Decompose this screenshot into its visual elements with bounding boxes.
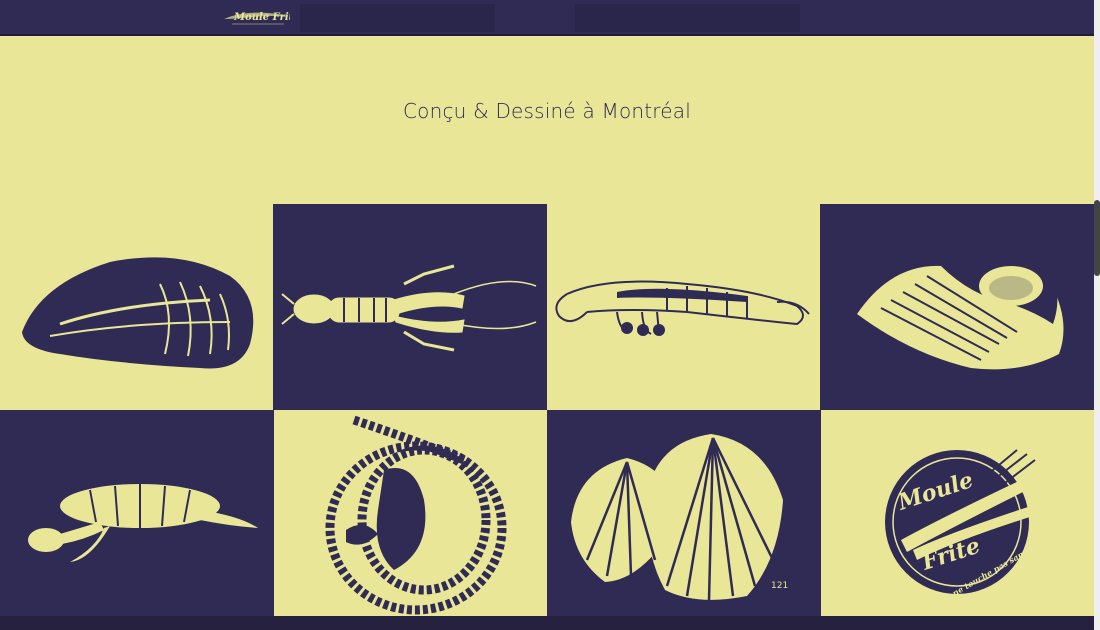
gallery-tile-lobster[interactable] — [274, 204, 547, 410]
hero-banner: Conçu & Dessiné à Montréal — [0, 36, 1094, 204]
gallery-tile-mussel[interactable] — [0, 204, 273, 410]
conch-shell-illustration — [857, 253, 1064, 370]
gallery-tile-conch[interactable] — [821, 204, 1094, 410]
illustration-gallery: 121 Moule Frite On ne touche pas sans êt… — [0, 204, 1094, 616]
bottom-edge — [0, 616, 1100, 630]
rope-coil-illustration — [325, 415, 507, 615]
hero-title: Conçu & Dessiné à Montréal — [402, 99, 692, 123]
shrimp-illustration — [555, 280, 810, 336]
page-scrollbar[interactable] — [1094, 0, 1100, 630]
nav-link-blurred[interactable] — [575, 4, 800, 32]
gallery-tile-shrimp[interactable] — [547, 204, 820, 410]
gallery-tile-logo[interactable]: Moule Frite On ne touche pas sans être t… — [821, 410, 1094, 616]
sea-turtle-illustration — [28, 484, 258, 562]
top-navigation-bar: Moule Frite — [0, 0, 1100, 36]
nav-link-blurred[interactable] — [300, 4, 495, 32]
moule-frite-badge-logo: Moule Frite On ne touche pas sans être t… — [885, 449, 1076, 606]
gallery-tile-sea-turtle[interactable] — [0, 410, 273, 616]
moule-frite-logo[interactable]: Moule Frite — [222, 7, 290, 27]
gallery-tile-rope[interactable] — [274, 410, 547, 616]
lobster-illustration — [281, 264, 537, 352]
mussel-illustration — [22, 257, 254, 369]
scallop-shells-illustration: 121 — [571, 434, 788, 601]
scrollbar-thumb[interactable] — [1094, 200, 1100, 276]
gallery-tile-scallop[interactable]: 121 — [547, 410, 820, 616]
svg-text:Moule Frite: Moule Frite — [233, 12, 290, 23]
scallop-caption: 121 — [771, 581, 788, 591]
